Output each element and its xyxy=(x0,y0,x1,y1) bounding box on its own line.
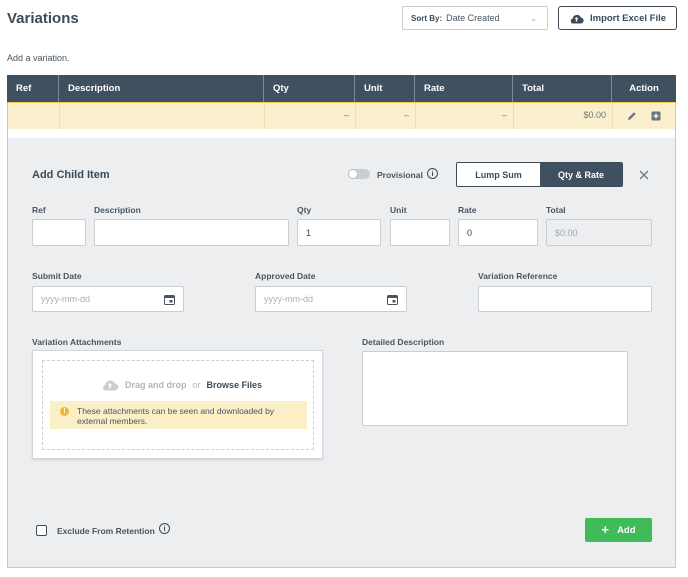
total-input: $0.00 xyxy=(546,219,652,246)
unit-input[interactable] xyxy=(390,219,450,246)
approved-date-label: Approved Date xyxy=(255,271,316,281)
detailed-description-textarea[interactable] xyxy=(362,351,628,426)
sort-value: Date Created xyxy=(446,13,500,23)
column-header-description: Description xyxy=(59,75,264,102)
mode-lump-sum-button[interactable]: Lump Sum xyxy=(457,163,540,186)
approved-date-placeholder: yyyy-mm-dd xyxy=(264,294,313,304)
add-child-icon[interactable] xyxy=(651,111,661,121)
column-header-qty: Qty xyxy=(264,75,355,102)
plus-icon: + xyxy=(601,522,610,537)
description-label: Description xyxy=(94,205,141,215)
exclude-retention-checkbox[interactable] xyxy=(36,525,47,536)
attachments-dropzone[interactable]: Drag and drop or Browse Files ! These at… xyxy=(32,350,323,459)
variation-reference-input[interactable] xyxy=(478,286,652,312)
drag-drop-row: Drag and drop or Browse Files xyxy=(101,378,262,391)
submit-date-label: Submit Date xyxy=(32,271,82,281)
cell-description xyxy=(60,103,265,129)
ref-input[interactable] xyxy=(32,219,86,246)
column-header-ref: Ref xyxy=(7,75,59,102)
close-icon[interactable] xyxy=(639,170,649,180)
description-input[interactable] xyxy=(94,219,289,246)
cloud-upload-icon xyxy=(103,380,119,391)
table-header: Ref Description Qty Unit Rate Total Acti… xyxy=(7,75,676,102)
variation-reference-label: Variation Reference xyxy=(478,271,558,281)
mode-qty-rate-button[interactable]: Qty & Rate xyxy=(540,163,622,186)
total-label: Total xyxy=(546,205,566,215)
add-button[interactable]: + Add xyxy=(585,518,652,542)
page-subtitle: Add a variation. xyxy=(7,53,70,63)
cell-total: $0.00 xyxy=(514,103,613,129)
sort-select[interactable]: Sort By: Date Created ⌄ xyxy=(402,6,548,30)
drag-drop-text: Drag and drop xyxy=(125,379,187,390)
cell-rate-value: – xyxy=(501,110,507,120)
add-child-panel xyxy=(7,129,676,568)
column-header-unit: Unit xyxy=(355,75,415,102)
form-title: Add Child Item xyxy=(32,169,110,181)
cell-unit: – xyxy=(356,103,416,129)
cell-total-value: $0.00 xyxy=(583,110,606,120)
cell-action xyxy=(613,103,675,129)
column-header-action: Action xyxy=(629,83,659,94)
qty-label: Qty xyxy=(297,205,312,215)
calendar-icon[interactable] xyxy=(164,294,175,305)
table-row[interactable]: – – – $0.00 xyxy=(7,102,676,129)
cell-qty-value: – xyxy=(343,110,349,120)
page-title: Variations xyxy=(7,10,79,27)
approved-date-input[interactable]: yyyy-mm-dd xyxy=(255,286,407,312)
detailed-description-label: Detailed Description xyxy=(362,337,445,347)
import-excel-button[interactable]: Import Excel File xyxy=(558,6,677,30)
add-button-label: Add xyxy=(617,524,636,536)
attachments-note-text: These attachments can be seen and downlo… xyxy=(77,406,275,426)
browse-files-link[interactable]: Browse Files xyxy=(207,380,263,390)
calendar-icon[interactable] xyxy=(387,294,398,305)
panel-spacer xyxy=(8,129,675,138)
edit-icon[interactable] xyxy=(627,111,637,121)
cell-rate: – xyxy=(416,103,514,129)
column-header-rate: Rate xyxy=(415,75,513,102)
provisional-info-icon[interactable]: i xyxy=(427,168,438,179)
column-header-total: Total xyxy=(513,75,612,102)
rate-label: Rate xyxy=(458,205,477,215)
retention-info-icon[interactable]: i xyxy=(159,523,170,534)
attachments-note: ! These attachments can be seen and down… xyxy=(50,401,307,429)
provisional-label: Provisional xyxy=(377,170,423,180)
or-text: or xyxy=(192,379,201,390)
cell-unit-value: – xyxy=(403,110,409,120)
sort-label: Sort By: xyxy=(411,13,443,23)
submit-date-placeholder: yyyy-mm-dd xyxy=(41,294,90,304)
rate-input[interactable]: 0 xyxy=(458,219,538,246)
exclude-retention-label: Exclude From Retention xyxy=(57,526,155,536)
ref-label: Ref xyxy=(32,205,46,215)
provisional-toggle[interactable] xyxy=(348,169,370,179)
cloud-upload-icon xyxy=(570,14,584,24)
chevron-down-icon: ⌄ xyxy=(530,14,537,23)
import-excel-label: Import Excel File xyxy=(589,12,667,24)
attachments-label: Variation Attachments xyxy=(32,337,122,347)
qty-input[interactable]: 1 xyxy=(297,219,381,246)
cell-qty: – xyxy=(265,103,356,129)
warning-icon: ! xyxy=(60,407,69,416)
mode-switch: Lump Sum Qty & Rate xyxy=(456,162,623,187)
cell-ref xyxy=(8,103,60,129)
submit-date-input[interactable]: yyyy-mm-dd xyxy=(32,286,184,312)
unit-label: Unit xyxy=(390,205,407,215)
